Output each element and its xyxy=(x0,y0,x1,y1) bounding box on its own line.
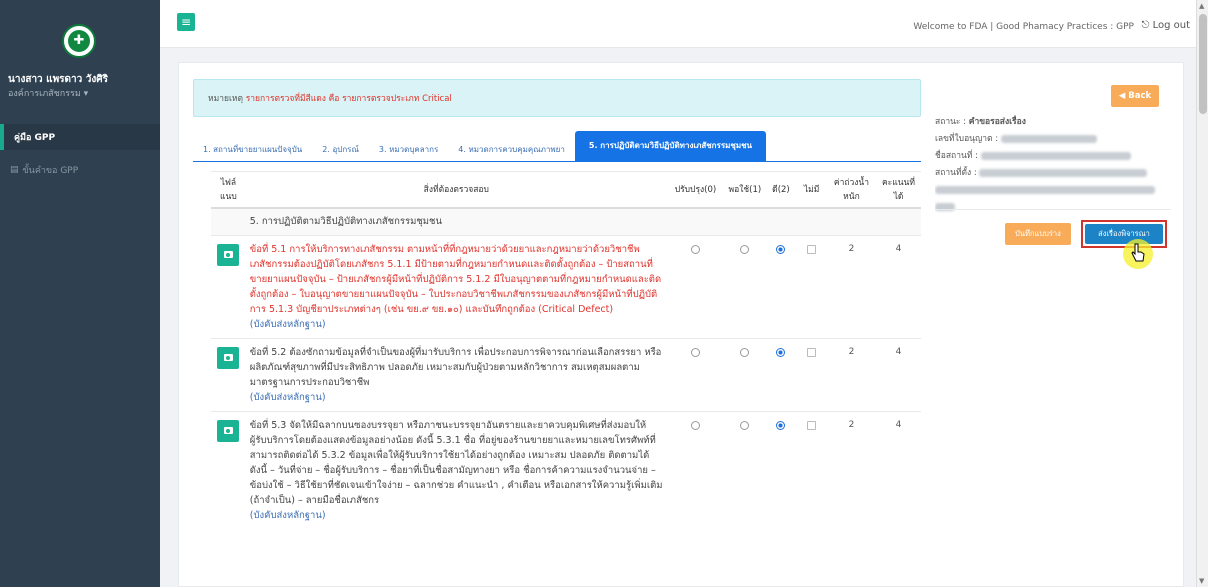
radio-improve[interactable] xyxy=(690,347,700,357)
section-row: 5. การปฏิบัติตามวิธีปฏิบัติทางเภสัชกรรมช… xyxy=(211,207,921,235)
tab-quality-control[interactable]: 4. หมวดการควบคุมคุณภาพยา xyxy=(448,139,575,161)
pointer-cursor-icon xyxy=(1123,239,1153,269)
camera-icon xyxy=(223,251,233,258)
radio-good[interactable] xyxy=(776,347,786,357)
sidebar-item-label: คู่มือ GPP xyxy=(14,133,56,143)
col-header-good: ดี(2) xyxy=(765,171,797,209)
redacted-address xyxy=(979,168,1148,177)
col-header-fair: พอใช้(1) xyxy=(724,171,766,209)
fda-logo: ✚ xyxy=(62,24,96,58)
evidence-required-link[interactable]: (บังคับส่งหลักฐาน) xyxy=(250,510,326,521)
check-item-text: ข้อที่ 5.3 จัดให้มีฉลากบนซองบรรจุยา หรือ… xyxy=(249,419,663,506)
place-label: ชื่อสถานที่ : xyxy=(935,151,978,161)
section-title: 5. การปฏิบัติตามวิธีปฏิบัติทางเภสัชกรรมช… xyxy=(245,207,921,235)
page-scrollbar[interactable]: ▲ ▼ xyxy=(1196,0,1208,587)
evidence-required-link[interactable]: (บังคับส่งหลักฐาน) xyxy=(250,319,326,330)
scrollbar-thumb[interactable] xyxy=(1199,14,1207,114)
status-row: สถานะ : คำขอรอส่งเรื่อง xyxy=(935,114,1171,131)
address-label: สถานที่ตั้ง : xyxy=(935,168,977,178)
caduceus-icon: ✚ xyxy=(68,30,90,52)
col-header-improve: ปรับปรุง(0) xyxy=(666,171,725,209)
check-item-text: ข้อที่ 5.2 ต้องซักถามข้อมูลที่จำเป็นของผ… xyxy=(249,346,662,388)
checkbox-na[interactable] xyxy=(807,420,817,430)
camera-icon xyxy=(223,427,233,434)
divider xyxy=(935,209,1171,210)
sidebar-item-gpp-request[interactable]: ▤ ขั้นคำขอ GPP xyxy=(0,158,160,182)
camera-upload-button[interactable] xyxy=(217,419,240,442)
main-panel: หมายเหตุ รายการตรวจที่มีสีแดง คือ รายการ… xyxy=(178,62,1184,587)
status-label: สถานะ : xyxy=(935,117,967,127)
logout-icon: ⎋ xyxy=(1141,20,1150,31)
weight-value: 2 xyxy=(826,234,876,338)
table-header-row: ไฟล์แนบ สิ่งที่ต้องตรวจสอบ ปรับปรุง(0) พ… xyxy=(211,171,921,209)
request-meta: สถานะ : คำขอรอส่งเรื่อง เลขที่ใบอนุญาต :… xyxy=(935,97,1171,216)
status-value: คำขอรอส่งเรื่อง xyxy=(968,117,1026,127)
hamburger-icon: ≡ xyxy=(180,15,192,29)
weight-value: 2 xyxy=(826,337,876,411)
tab-premises[interactable]: 1. สถานที่ขายยาแผนปัจจุบัน xyxy=(193,139,312,161)
radio-improve[interactable] xyxy=(690,420,700,430)
checklist-table: ไฟล์แนบ สิ่งที่ต้องตรวจสอบ ปรับปรุง(0) พ… xyxy=(211,171,921,529)
menu-toggle-button[interactable]: ≡ xyxy=(177,13,195,31)
table-row: ข้อที่ 5.2 ต้องซักถามข้อมูลที่จำเป็นของผ… xyxy=(211,337,921,411)
col-header-na: ไม่มี xyxy=(796,171,827,209)
radio-improve[interactable] xyxy=(690,244,700,254)
weight-value: 2 xyxy=(826,410,876,529)
score-value: 4 xyxy=(875,410,921,529)
license-label: เลขที่ใบอนุญาต : xyxy=(935,134,999,144)
file-icon: ▤ xyxy=(10,165,19,175)
note-label: หมายเหตุ xyxy=(208,94,243,104)
logout-link[interactable]: ⎋ Log out xyxy=(1141,20,1190,31)
topbar: ≡ Welcome to FDA | Good Phamacy Practice… xyxy=(160,0,1196,48)
scroll-up-icon[interactable]: ▲ xyxy=(1199,2,1204,10)
col-header-score: คะแนนที่ได้ xyxy=(875,171,921,209)
checkbox-na[interactable] xyxy=(807,244,817,254)
radio-good[interactable] xyxy=(776,420,786,430)
logout-label: Log out xyxy=(1152,20,1190,31)
evidence-required-link[interactable]: (บังคับส่งหลักฐาน) xyxy=(250,392,326,403)
sidebar: ✚ นางสาว แพรดาว วังศิริ องค์การเภสัชกรรม… xyxy=(0,0,160,587)
radio-fair[interactable] xyxy=(740,347,750,357)
app-root: ✚ นางสาว แพรดาว วังศิริ องค์การเภสัชกรรม… xyxy=(0,0,1208,587)
redacted-place xyxy=(980,151,1131,160)
camera-icon xyxy=(223,354,233,361)
hand-pointer-icon xyxy=(1131,243,1145,262)
redacted-license xyxy=(1000,134,1097,143)
user-name: นางสาว แพรดาว วังศิริ xyxy=(8,74,108,85)
table-row: ข้อที่ 5.3 จัดให้มีฉลากบนซองบรรจุยา หรือ… xyxy=(211,410,921,529)
camera-upload-button[interactable] xyxy=(217,346,240,369)
checkbox-na[interactable] xyxy=(807,347,817,357)
col-header-item: สิ่งที่ต้องตรวจสอบ xyxy=(245,171,667,209)
place-row: ชื่อสถานที่ : xyxy=(935,148,1171,165)
table-row: ข้อที่ 5.1 การให้บริการทางเภสัชกรรม ตามห… xyxy=(211,234,921,338)
score-value: 4 xyxy=(875,337,921,411)
sidebar-item-label: ขั้นคำขอ GPP xyxy=(22,166,79,176)
welcome-text: Welcome to FDA | Good Phamacy Practices … xyxy=(913,22,1134,32)
scroll-down-icon[interactable]: ▼ xyxy=(1199,577,1204,585)
tab-community-pharmacy-practice[interactable]: 5. การปฏิบัติตามวิธีปฏิบัติทางเภสัชกรรมช… xyxy=(574,131,766,161)
submit-highlight: ส่งเรื่องพิจารณา xyxy=(1081,220,1167,248)
critical-note: หมายเหตุ รายการตรวจที่มีสีแดง คือ รายการ… xyxy=(193,79,921,117)
submit-for-review-button[interactable]: ส่งเรื่องพิจารณา xyxy=(1085,224,1163,244)
col-header-weight: ค่าถ่วงน้ำหนัก xyxy=(826,171,876,209)
license-row: เลขที่ใบอนุญาต : xyxy=(935,131,1171,148)
user-org-dropdown[interactable]: องค์การเภสัชกรรม ▾ xyxy=(8,86,88,100)
section-tabs: 1. สถานที่ขายยาแผนปัจจุบัน 2. อุปกรณ์ 3.… xyxy=(193,131,766,161)
note-text: รายการตรวจที่มีสีแดง คือ รายการตรวจประเภ… xyxy=(245,94,452,104)
col-header-attach: ไฟล์แนบ xyxy=(211,171,246,209)
tab-personnel[interactable]: 3. หมวดบุคลากร xyxy=(369,139,448,161)
check-item-text: ข้อที่ 5.1 การให้บริการทางเภสัชกรรม ตามห… xyxy=(249,243,662,315)
save-draft-button[interactable]: บันทึกแบบร่าง xyxy=(1005,223,1071,245)
tab-equipment[interactable]: 2. อุปกรณ์ xyxy=(312,139,369,161)
radio-good[interactable] xyxy=(776,244,786,254)
sidebar-item-gpp-manual[interactable]: คู่มือ GPP xyxy=(0,124,160,150)
score-value: 4 xyxy=(875,234,921,338)
camera-upload-button[interactable] xyxy=(217,243,240,266)
radio-fair[interactable] xyxy=(740,420,750,430)
address-row: สถานที่ตั้ง : xyxy=(935,165,1171,182)
redacted-address-2 xyxy=(935,185,1155,194)
tab-underline xyxy=(193,161,921,162)
radio-fair[interactable] xyxy=(740,244,750,254)
